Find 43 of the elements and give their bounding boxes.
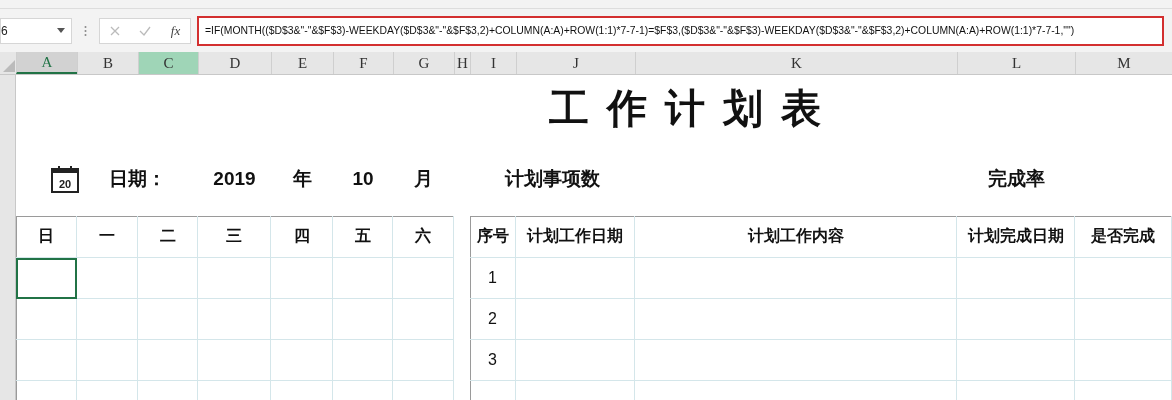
- row-number-cell: 2: [470, 299, 516, 340]
- row-number-cell: 1: [470, 258, 516, 299]
- weekday-header: 五: [333, 216, 393, 258]
- weekday-header: 二: [138, 216, 198, 258]
- table-header-cell: 序号: [470, 216, 516, 258]
- column-header[interactable]: J: [516, 52, 635, 74]
- month-value: 10: [352, 167, 374, 190]
- weekday-header: 一: [77, 216, 138, 258]
- table-header-cell: 计划完成日期: [957, 216, 1075, 258]
- weekday-header: 六: [393, 216, 454, 258]
- column-header[interactable]: H: [454, 52, 470, 74]
- weekday-header: 四: [271, 216, 333, 258]
- check-icon[interactable]: [139, 25, 152, 36]
- completion-rate-label: 完成率: [987, 166, 1045, 191]
- table-header-cell: 是否完成: [1075, 216, 1172, 258]
- year-value: 2019: [213, 167, 256, 190]
- plan-count-label: 计划事项数: [505, 166, 600, 191]
- date-label: 日期：: [109, 166, 166, 191]
- insert-function-button[interactable]: fx: [170, 22, 181, 39]
- table-header-cell: 计划工作内容: [635, 216, 957, 258]
- name-box[interactable]: 6: [0, 17, 72, 44]
- cancel-icon[interactable]: [109, 25, 120, 36]
- row-number-cell: 3: [470, 340, 516, 381]
- calendar-cell[interactable]: [16, 258, 77, 299]
- more-options-icon[interactable]: [84, 24, 87, 37]
- column-header[interactable]: G: [393, 52, 454, 74]
- column-header[interactable]: L: [957, 52, 1075, 74]
- weekday-header: 日: [16, 216, 77, 258]
- month-unit: 月: [414, 166, 433, 191]
- column-header[interactable]: I: [470, 52, 516, 74]
- year-unit: 年: [292, 166, 312, 191]
- column-header[interactable]: C: [138, 52, 198, 74]
- column-header[interactable]: D: [198, 52, 271, 74]
- table-header-cell: 计划工作日期: [516, 216, 635, 258]
- column-header[interactable]: K: [635, 52, 957, 74]
- formula-field[interactable]: =IF(MONTH(($D$3&"-"&$F$3)-WEEKDAY($D$3&"-"&$F$3,2)+COLUMN(A:A)+ROW(1:1)*7-7-1)=$F$3,($D$3&"-"&$F$3)-WEEKDAY($D$3&"-"&$F$3,2)+COLUMN(A:A)+ROW(1:1)*7-7-1,""): [197, 15, 1164, 46]
- column-header[interactable]: E: [271, 52, 333, 74]
- column-header[interactable]: M: [1075, 52, 1172, 74]
- dropdown-caret-icon: [57, 28, 65, 33]
- sheet-title: 工作计划表: [548, 84, 840, 132]
- column-header[interactable]: F: [333, 52, 393, 74]
- column-header[interactable]: A: [16, 52, 77, 74]
- weekday-header: 三: [198, 216, 271, 258]
